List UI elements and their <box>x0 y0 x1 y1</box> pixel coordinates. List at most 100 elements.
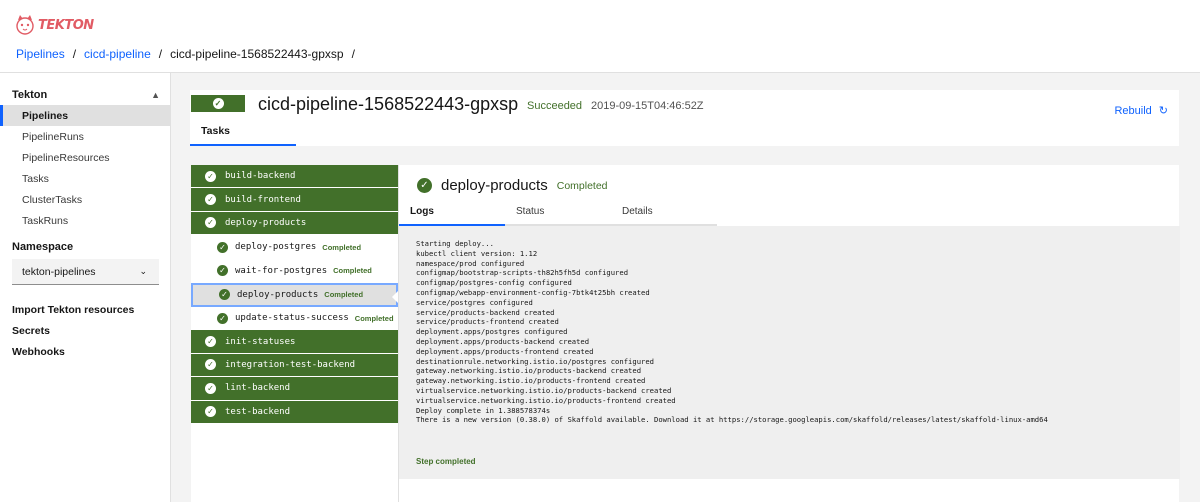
task-build-backend[interactable]: ✓ build-backend <box>191 165 398 189</box>
breadcrumb-current: cicd-pipeline-1568522443-gpxsp <box>170 47 344 61</box>
top-header: TEKTON Pipelines / cicd-pipeline / cicd-… <box>0 0 1200 73</box>
logo-text: TEKTON <box>38 17 94 33</box>
log-line: service/products-frontend created <box>416 317 559 327</box>
breadcrumb-pipeline[interactable]: cicd-pipeline <box>84 47 151 61</box>
sidebar-item-pipelineruns[interactable]: PipelineRuns <box>0 126 170 147</box>
step-title: deploy-products <box>441 177 548 194</box>
breadcrumb-pipelines[interactable]: Pipelines <box>16 47 65 61</box>
step-details-panel: ✓ deploy-products Completed Logs Status … <box>398 165 1180 502</box>
log-line: deployment.apps/products-frontend create… <box>416 346 594 356</box>
log-line: service/products-backend created <box>416 307 555 317</box>
tekton-cat-icon <box>16 15 34 35</box>
check-circle-icon: ✓ <box>205 194 216 206</box>
step-name: update-status-success <box>235 313 349 324</box>
log-line: namespace/prod configured <box>416 258 525 268</box>
sidebar-item-clustertasks[interactable]: ClusterTasks <box>0 189 170 210</box>
task-build-frontend[interactable]: ✓ build-frontend <box>191 188 398 212</box>
task-test-backend[interactable]: ✓ test-backend <box>191 400 398 424</box>
log-line: Deploy complete in 1.388578374s <box>416 405 551 415</box>
check-circle-icon: ✓ <box>205 382 216 394</box>
log-line: destinationrule.networking.istio.io/post… <box>416 356 654 366</box>
task-name: integration-test-backend <box>225 359 356 370</box>
task-name: lint-backend <box>225 383 291 394</box>
check-circle-icon: ✓ <box>217 265 228 277</box>
log-step-completed: Step completed <box>416 457 476 466</box>
pipelinerun-timestamp: 2019-09-15T04:46:52Z <box>591 100 704 112</box>
tab-details[interactable]: Details <box>611 201 717 226</box>
pipelinerun-status: Succeeded <box>527 100 583 112</box>
sidebar-link-secrets[interactable]: Secrets <box>12 325 50 337</box>
sidebar-item-pipelines[interactable]: Pipelines <box>0 105 170 126</box>
log-output: Starting deploy... kubectl client version… <box>416 239 1048 425</box>
log-container: Starting deploy... kubectl client version… <box>399 226 1180 479</box>
check-circle-icon: ✓ <box>219 289 230 301</box>
step-status: Completed <box>322 242 362 252</box>
tekton-logo[interactable]: TEKTON <box>14 14 94 36</box>
step-status: Completed <box>324 290 364 300</box>
breadcrumb-separator: / <box>158 47 163 61</box>
rebuild-label: Rebuild <box>1114 104 1152 117</box>
task-tree: ✓ build-backend ✓ build-frontend ✓ deplo… <box>191 165 398 502</box>
breadcrumb-separator: / <box>72 47 77 61</box>
namespace-label: Namespace <box>12 241 74 253</box>
step-deploy-products[interactable]: ✓ deploy-products Completed <box>191 282 398 307</box>
sidebar-item-tasks[interactable]: Tasks <box>0 168 170 189</box>
task-init-statuses[interactable]: ✓ init-statuses <box>191 330 398 354</box>
sidebar-item-pipelineresources[interactable]: PipelineResources <box>0 147 170 168</box>
rebuild-button[interactable]: Rebuild ↻ <box>1114 104 1168 118</box>
task-lint-backend[interactable]: ✓ lint-backend <box>191 377 398 401</box>
sidebar-nav: Pipelines PipelineRuns PipelineResources… <box>0 105 170 231</box>
log-line: gateway.networking.istio.io/products-bac… <box>416 366 642 376</box>
step-status: Completed <box>354 313 394 323</box>
chevron-up-icon[interactable]: ▲ <box>151 90 160 100</box>
check-circle-icon: ✓ <box>205 336 216 348</box>
step-status: Completed <box>333 266 372 276</box>
sidebar-link-import[interactable]: Import Tekton resources <box>12 304 134 316</box>
step-name: deploy-products <box>237 289 319 300</box>
breadcrumb-separator: / <box>351 47 355 61</box>
task-integration-test-backend[interactable]: ✓ integration-test-backend <box>191 353 398 378</box>
namespace-dropdown[interactable]: tekton-pipelines ⌄ <box>12 259 159 285</box>
log-line: virtualservice.networking.istio.io/produ… <box>416 395 676 405</box>
task-deploy-products[interactable]: ✓ deploy-products <box>191 211 398 236</box>
check-circle-icon: ✓ <box>205 170 216 182</box>
step-header: ✓ deploy-products Completed <box>417 177 608 194</box>
step-update-status-success[interactable]: ✓ update-status-success Completed <box>191 306 398 331</box>
log-line: There is a new version (0.38.0) of Skaff… <box>416 415 1048 425</box>
log-line: deployment.apps/products-backend created <box>416 336 590 346</box>
task-name: test-backend <box>225 406 291 417</box>
log-line: configmap/bootstrap-scripts-th82h5fh5d c… <box>416 268 629 278</box>
log-line: deployment.apps/postgres configured <box>416 327 568 337</box>
run-status-badge: ✓ <box>191 95 245 112</box>
sidebar-section-tekton[interactable]: Tekton ▲ <box>12 89 160 101</box>
pipelinerun-name: cicd-pipeline-1568522443-gpxsp <box>258 94 519 114</box>
step-name: deploy-postgres <box>235 242 317 253</box>
step-status-text: Completed <box>556 179 608 192</box>
step-tabs: Logs Status Details <box>399 201 717 226</box>
sidebar-item-taskruns[interactable]: TaskRuns <box>0 210 170 231</box>
chevron-down-icon: ⌄ <box>139 266 147 276</box>
tab-status[interactable]: Status <box>505 201 611 226</box>
checkmark-icon: ✓ <box>212 98 224 109</box>
log-line: virtualservice.networking.istio.io/produ… <box>416 385 672 395</box>
namespace-value: tekton-pipelines <box>22 265 96 278</box>
check-circle-icon: ✓ <box>217 241 228 253</box>
log-line: configmap/webapp-environment-config-7btk… <box>416 287 650 297</box>
log-line: configmap/postgres-config configured <box>416 278 572 288</box>
step-deploy-postgres[interactable]: ✓ deploy-postgres Completed <box>191 235 398 259</box>
log-line: service/postgres configured <box>416 297 533 307</box>
log-line: Starting deploy... <box>416 239 494 248</box>
pipelinerun-header: ✓ cicd-pipeline-1568522443-gpxsp Succeed… <box>190 90 1179 146</box>
sidebar-link-webhooks[interactable]: Webhooks <box>12 346 65 358</box>
check-circle-icon: ✓ <box>417 178 432 193</box>
tab-tasks[interactable]: Tasks <box>190 120 296 146</box>
log-line: gateway.networking.istio.io/products-fro… <box>416 376 646 386</box>
breadcrumb: Pipelines / cicd-pipeline / cicd-pipelin… <box>16 47 363 61</box>
tab-logs[interactable]: Logs <box>399 201 505 226</box>
step-wait-for-postgres[interactable]: ✓ wait-for-postgres Completed <box>191 258 398 283</box>
check-circle-icon: ✓ <box>205 217 216 229</box>
check-circle-icon: ✓ <box>217 312 228 324</box>
task-name: init-statuses <box>225 336 296 347</box>
refresh-icon: ↻ <box>1158 105 1168 117</box>
step-name: wait-for-postgres <box>235 265 328 276</box>
